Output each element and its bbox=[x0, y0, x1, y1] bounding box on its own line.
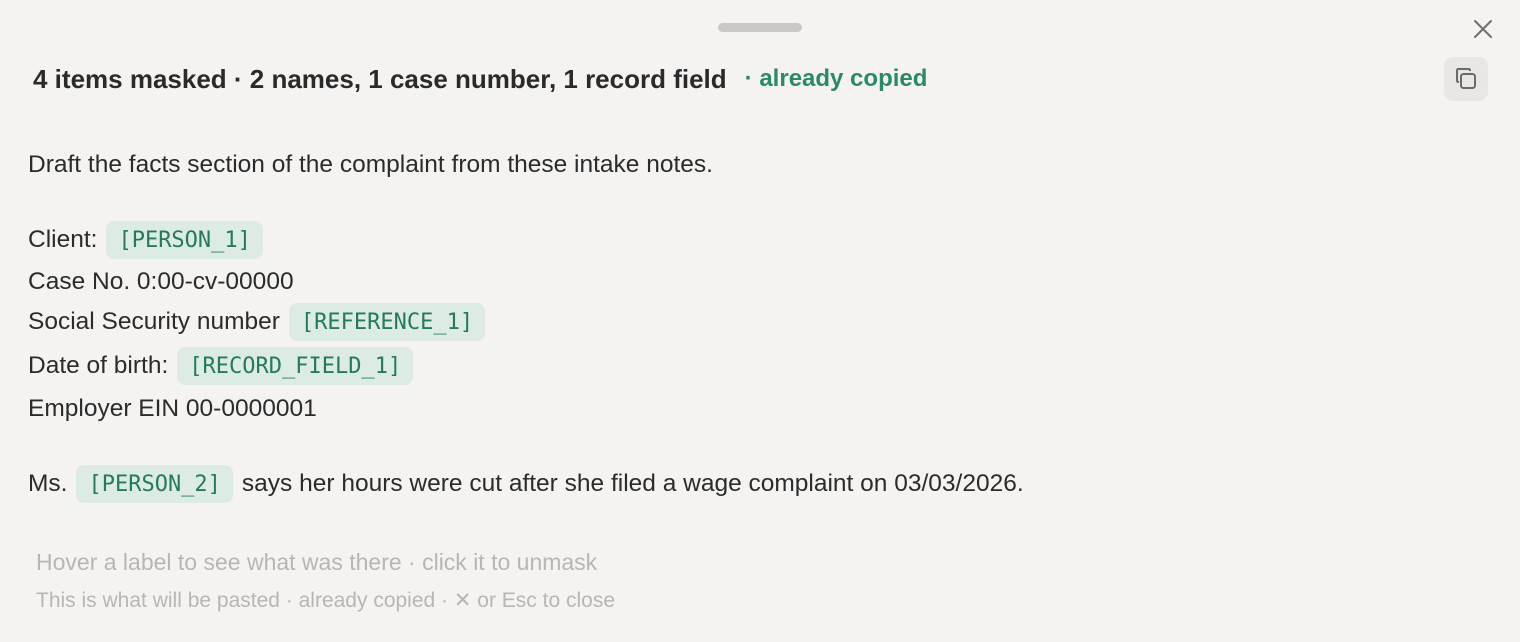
dob-label: Date of birth: bbox=[28, 352, 169, 379]
mask-chip-person-1[interactable]: [PERSON_1] bbox=[106, 221, 263, 259]
client-label: Client: bbox=[28, 226, 98, 253]
client-line: Client: [PERSON_1] bbox=[28, 220, 263, 260]
mask-summary: 4 items masked · 2 names, 1 case number,… bbox=[33, 63, 727, 94]
case-line: Case No. 0:00-cv-00000 bbox=[28, 262, 294, 302]
close-button[interactable] bbox=[1466, 12, 1500, 46]
paste-hint: This is what will be pasted · already co… bbox=[36, 589, 616, 612]
instruction-line: Draft the facts section of the complaint… bbox=[28, 145, 713, 185]
copy-button[interactable] bbox=[1444, 57, 1488, 101]
employer-line: Employer EIN 00-0000001 bbox=[28, 389, 317, 429]
mask-chip-record-field-1[interactable]: [RECORD_FIELD_1] bbox=[177, 347, 414, 385]
narrative-line: Ms. [PERSON_2] says her hours were cut a… bbox=[28, 464, 1024, 504]
case-number-text: Case No. 0:00-cv-00000 bbox=[28, 268, 294, 295]
drag-handle[interactable] bbox=[718, 23, 802, 32]
employer-ein-text: Employer EIN 00-0000001 bbox=[28, 395, 317, 422]
copy-icon bbox=[1456, 68, 1476, 89]
narrative-prefix: Ms. bbox=[28, 470, 68, 497]
hover-hint: Hover a label to see what was there · cl… bbox=[36, 549, 598, 575]
close-icon bbox=[1474, 20, 1492, 38]
mask-chip-reference-1[interactable]: [REFERENCE_1] bbox=[288, 303, 486, 341]
dob-line: Date of birth: [RECORD_FIELD_1] bbox=[28, 346, 414, 386]
ssn-line: Social Security number [REFERENCE_1] bbox=[28, 302, 486, 342]
copy-status: · already copied bbox=[744, 65, 928, 92]
instruction-text: Draft the facts section of the complaint… bbox=[28, 151, 713, 178]
mask-summary-header: 4 items masked · 2 names, 1 case number,… bbox=[33, 60, 927, 98]
narrative-suffix: says her hours were cut after she filed … bbox=[241, 470, 1024, 497]
mask-chip-person-2[interactable]: [PERSON_2] bbox=[76, 465, 233, 503]
ssn-label: Social Security number bbox=[28, 308, 280, 335]
